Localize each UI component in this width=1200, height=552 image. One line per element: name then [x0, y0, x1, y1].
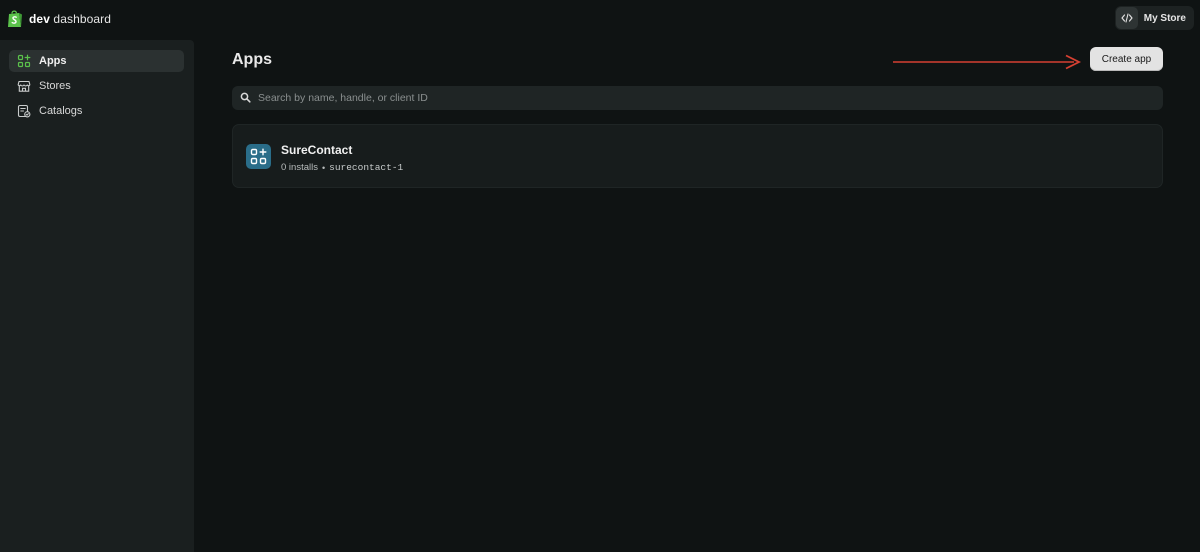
meta-separator: •: [321, 162, 326, 173]
store-name: My Store: [1143, 12, 1186, 24]
app-name[interactable]: SureContact: [281, 143, 352, 157]
catalog-icon: [17, 104, 31, 118]
shopify-bag-icon: [8, 10, 22, 27]
sidebar-item-catalogs[interactable]: Catalogs: [9, 100, 184, 122]
app-card[interactable]: SureContact 0 installs • surecontact-1: [232, 124, 1163, 188]
app-grid-plus-icon: [246, 144, 271, 169]
code-icon: [1115, 7, 1138, 29]
app-handle: surecontact-1: [329, 162, 404, 173]
top-bar: dev dashboard My Store: [0, 0, 1200, 37]
sidebar-item-apps[interactable]: Apps: [9, 50, 184, 72]
apps-grid-icon: [17, 54, 31, 68]
search-input[interactable]: [258, 86, 1163, 110]
sidebar-item-label: Apps: [39, 55, 67, 67]
search-icon: [240, 92, 252, 104]
app-meta: 0 installs • surecontact-1: [281, 162, 403, 173]
sidebar-item-stores[interactable]: Stores: [9, 75, 184, 97]
storefront-icon: [17, 79, 31, 93]
create-app-button[interactable]: Create app: [1090, 47, 1163, 71]
app-installs: 0 installs: [281, 162, 318, 173]
annotation-arrow: [893, 54, 1082, 70]
page-title: Apps: [232, 51, 272, 68]
store-switcher[interactable]: My Store: [1114, 6, 1194, 30]
brand-title: dev dashboard: [29, 11, 112, 26]
sidebar-item-label: Catalogs: [39, 105, 83, 117]
main-content: Apps Create app SureContact 0 installs •: [194, 37, 1200, 552]
brand[interactable]: dev dashboard: [7, 9, 111, 28]
sidebar-item-label: Stores: [39, 80, 71, 92]
search-bar[interactable]: [232, 86, 1163, 110]
sidebar: Apps Stores Catalogs: [0, 40, 194, 552]
